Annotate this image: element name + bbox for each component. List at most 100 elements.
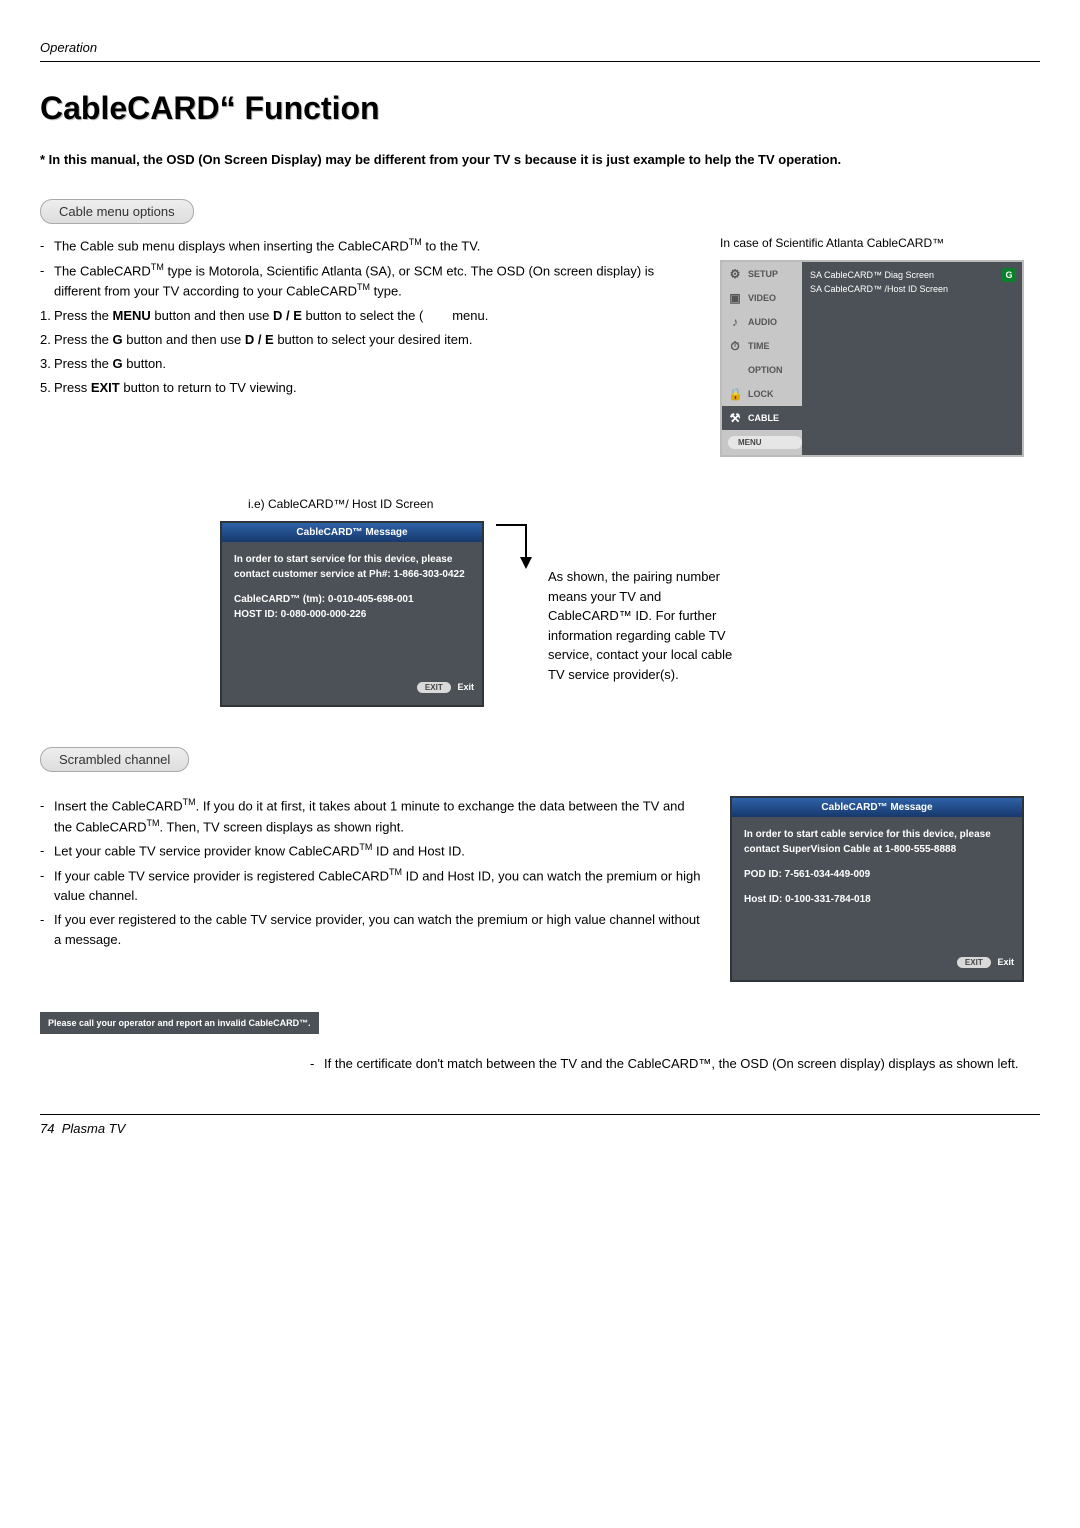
msg-header: CableCARD™ Message <box>222 523 482 542</box>
text: ID and Host ID. <box>372 843 464 858</box>
text: Press the <box>54 356 113 371</box>
text: If you ever registered to the cable TV s… <box>54 910 706 950</box>
osd-item-video[interactable]: ▣ VIDEO <box>722 286 802 310</box>
osd-sidebar: ⚙SETUP ▣VIDEO ♪AUDIO ⏱TIME OPTION 🔒LOCK … <box>722 262 802 455</box>
text: button to return to TV viewing. <box>120 380 297 395</box>
list-item: 3. Press the G button. <box>40 354 696 374</box>
exit-label: Exit <box>997 957 1014 967</box>
msg-text: In order to start cable service for this… <box>744 827 1010 857</box>
list-item: - Let your cable TV service provider kno… <box>40 841 706 861</box>
list-item: - If you ever registered to the cable TV… <box>40 910 706 950</box>
page-header: Operation <box>40 40 1040 62</box>
invalid-caption-text: If the certificate don't match between t… <box>324 1054 1040 1074</box>
option-icon <box>728 363 742 377</box>
list-item: 2. Press the G button and then use D / E… <box>40 330 696 350</box>
host-id-example: i.e) CableCARD™/ Host ID Screen CableCAR… <box>220 497 1040 707</box>
d-e-symbol: D / E <box>245 332 274 347</box>
list-item: - If your cable TV service provider is r… <box>40 866 706 907</box>
osd-menu-pill[interactable]: MENU <box>728 436 802 449</box>
msg-footer: EXIT Exit <box>732 957 1022 972</box>
text: to the TV. <box>422 239 481 254</box>
osd-label: VIDEO <box>748 293 776 303</box>
exit-label: Exit <box>457 682 474 692</box>
text: Insert the CableCARD <box>54 799 183 814</box>
section-cable-menu-label: Cable menu options <box>40 199 194 224</box>
list-item: - Insert the CableCARDTM. If you do it a… <box>40 796 706 837</box>
msg-header: CableCARD™ Message <box>732 798 1022 817</box>
cable-icon: ⚒ <box>728 411 742 425</box>
osd-line[interactable]: SA CableCARD™ /Host ID Screen <box>810 282 1014 296</box>
list-item: - The CableCARDTM type is Motorola, Scie… <box>40 261 696 302</box>
invalid-cablecard-strip: Please call your operator and report an … <box>40 1012 319 1034</box>
scrambled-columns: - Insert the CableCARDTM. If you do it a… <box>40 796 1040 982</box>
cable-menu-osd-col: In case of Scientific Atlanta CableCARD™… <box>720 236 1040 457</box>
text: Let your cable TV service provider know … <box>54 843 359 858</box>
msg-body: In order to start service for this devic… <box>222 542 482 682</box>
osd-line[interactable]: SA CableCARD™ Diag Screen <box>810 268 1014 282</box>
text: Press the <box>54 308 113 323</box>
arrow-col <box>496 523 536 588</box>
setup-icon: ⚙ <box>728 267 742 281</box>
tm-mark: TM <box>183 797 196 807</box>
osd-label: CABLE <box>748 413 779 423</box>
scrambled-text: - Insert the CableCARDTM. If you do it a… <box>40 796 706 982</box>
msg-text: POD ID: 7-561-034-449-009 <box>744 867 1010 882</box>
msg-text: Host ID: 0-100-331-784-018 <box>744 892 1010 907</box>
pairing-explanation: As shown, the pairing number means your … <box>548 567 748 684</box>
text: button and then use <box>123 332 245 347</box>
text: Press <box>54 380 91 395</box>
g-symbol: G <box>113 332 123 347</box>
osd-body: G SA CableCARD™ Diag Screen SA CableCARD… <box>802 262 1022 455</box>
osd-label: SETUP <box>748 269 778 279</box>
osd-disclaimer: * In this manual, the OSD (On Screen Dis… <box>40 151 1040 169</box>
time-icon: ⏱ <box>728 339 742 353</box>
osd-caption: In case of Scientific Atlanta CableCARD™ <box>720 236 1040 250</box>
section-scrambled-label: Scrambled channel <box>40 747 189 772</box>
msg-text: HOST ID: 0-080-000-000-226 <box>234 609 366 620</box>
cablecard-message-box: CableCARD™ Message In order to start ser… <box>220 521 484 707</box>
tm-mark: TM <box>409 237 422 247</box>
msg-body: In order to start cable service for this… <box>732 817 1022 957</box>
page-title: CableCARD“ Function <box>40 90 1040 127</box>
text: The CableCARD <box>54 263 151 278</box>
osd-item-option[interactable]: OPTION <box>722 358 802 382</box>
text: Press the <box>54 332 113 347</box>
osd-label: TIME <box>748 341 770 351</box>
audio-icon: ♪ <box>728 315 742 329</box>
osd-item-cable[interactable]: ⚒ CABLE <box>722 406 802 430</box>
host-id-box-col: i.e) CableCARD™/ Host ID Screen CableCAR… <box>220 497 484 707</box>
cable-menu-columns: - The Cable sub menu displays when inser… <box>40 236 1040 457</box>
osd-label: LOCK <box>748 389 774 399</box>
exit-button[interactable]: EXIT <box>417 682 451 693</box>
osd-item-lock[interactable]: 🔒LOCK <box>722 382 802 406</box>
msg-footer: EXIT Exit <box>222 682 482 697</box>
text: The Cable sub menu displays when inserti… <box>54 239 409 254</box>
tm-mark: TM <box>359 842 372 852</box>
osd-item-setup[interactable]: ⚙ SETUP <box>722 262 802 286</box>
osd-label: AUDIO <box>748 317 777 327</box>
cable-menu-text: - The Cable sub menu displays when inser… <box>40 236 696 457</box>
text: . Then, TV screen displays as shown righ… <box>160 819 404 834</box>
text: button and then use <box>151 308 273 323</box>
msg-text: In order to start service for this devic… <box>234 552 470 582</box>
text: If your cable TV service provider is reg… <box>54 868 389 883</box>
exit-button-label: EXIT <box>91 380 120 395</box>
exit-button[interactable]: EXIT <box>957 957 991 968</box>
invalid-caption: - If the certificate don't match between… <box>310 1054 1040 1074</box>
video-icon: ▣ <box>728 291 742 305</box>
g-symbol: G <box>113 356 123 371</box>
osd-item-audio[interactable]: ♪ AUDIO <box>722 310 802 334</box>
tm-mark: TM <box>389 867 402 877</box>
text: button to select the ( <box>302 308 423 323</box>
page-footer: 74 Plasma TV <box>40 1114 1040 1136</box>
msg-text: CableCARD™ (tm): 0-010-405-698-001 <box>234 594 414 605</box>
host-id-title: i.e) CableCARD™/ Host ID Screen <box>248 497 484 511</box>
scrambled-message-box: CableCARD™ Message In order to start cab… <box>730 796 1024 982</box>
arrow-icon <box>496 523 536 583</box>
list-item: 1. Press the MENU button and then use D … <box>40 306 696 326</box>
text: menu. <box>452 308 488 323</box>
osd-menu-panel: ⚙SETUP ▣VIDEO ♪AUDIO ⏱TIME OPTION 🔒LOCK … <box>720 260 1024 457</box>
text: button. <box>123 356 166 371</box>
list-item: - The Cable sub menu displays when inser… <box>40 236 696 256</box>
osd-item-time[interactable]: ⏱ TIME <box>722 334 802 358</box>
